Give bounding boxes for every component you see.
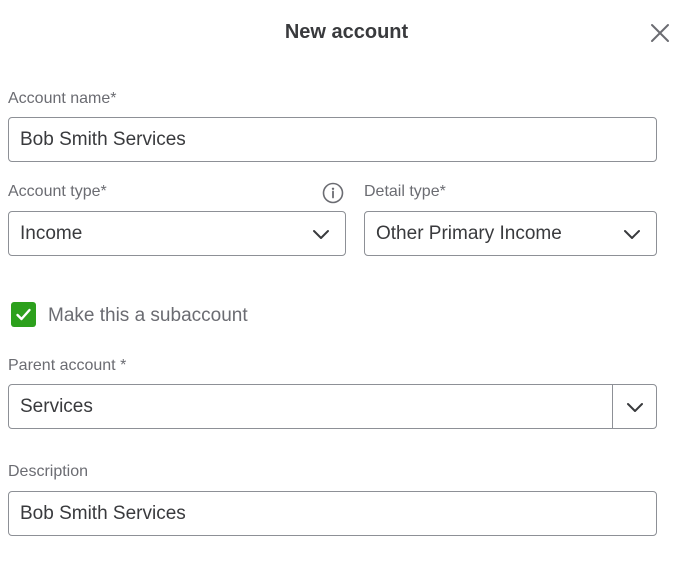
- subaccount-label[interactable]: Make this a subaccount: [48, 305, 248, 327]
- detail-type-label: Detail type*: [364, 183, 446, 200]
- dialog-title: New account: [284, 21, 409, 43]
- detail-type-value: Other Primary Income: [376, 222, 562, 244]
- chevron-down-icon: [624, 229, 640, 239]
- account-type-label: Account type*: [8, 183, 107, 200]
- account-name-label: Account name*: [8, 90, 117, 107]
- checkmark-icon: [16, 308, 31, 321]
- parent-account-label: Parent account *: [8, 357, 127, 374]
- account-name-value: Bob Smith Services: [20, 128, 186, 150]
- parent-account-value[interactable]: Services: [9, 396, 612, 418]
- info-icon[interactable]: [322, 182, 344, 204]
- new-account-panel: New account Account name* Bob Smith Serv…: [0, 0, 678, 570]
- account-type-select[interactable]: Income: [8, 211, 346, 256]
- chevron-down-icon: [626, 402, 643, 412]
- account-type-value: Income: [20, 222, 83, 244]
- close-icon[interactable]: [648, 21, 672, 45]
- parent-account-combobox[interactable]: Services: [8, 384, 657, 429]
- account-name-field[interactable]: Bob Smith Services: [8, 117, 657, 162]
- chevron-down-icon: [313, 229, 329, 239]
- parent-account-dropdown-button[interactable]: [612, 385, 656, 428]
- description-field[interactable]: Bob Smith Services: [8, 491, 657, 536]
- detail-type-select[interactable]: Other Primary Income: [364, 211, 657, 256]
- description-value: Bob Smith Services: [20, 502, 186, 524]
- description-label: Description: [8, 463, 89, 480]
- subaccount-checkbox[interactable]: [11, 302, 36, 327]
